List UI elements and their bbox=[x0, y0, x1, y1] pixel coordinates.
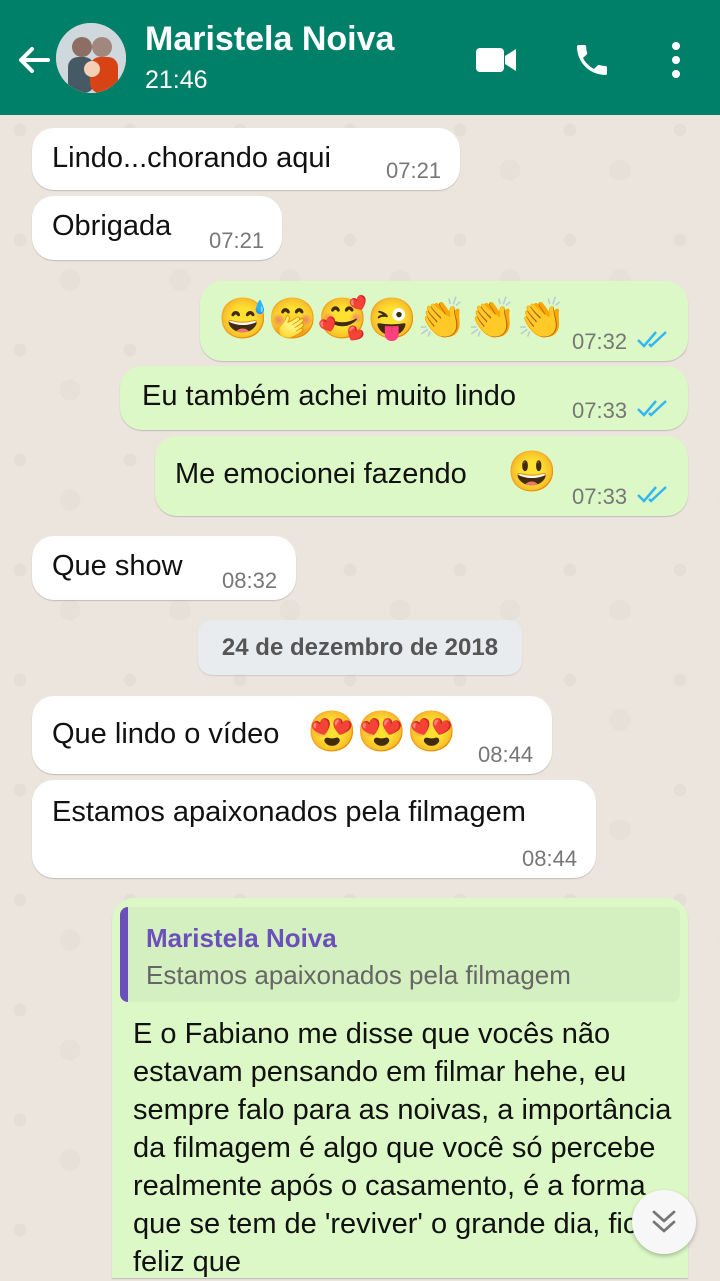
last-seen-time: 21:46 bbox=[145, 66, 208, 94]
message-time: 07:21 bbox=[386, 158, 442, 183]
message-time: 07:33 bbox=[572, 398, 628, 423]
message-text: Que lindo o vídeo bbox=[52, 718, 280, 750]
message-time: 08:32 bbox=[222, 568, 278, 593]
double-chevron-down-icon bbox=[652, 1210, 676, 1233]
reply-message-text: E o Fabiano me disse que vocês não estav… bbox=[133, 1018, 672, 1278]
contact-name[interactable]: Maristela Noiva bbox=[145, 20, 394, 59]
outgoing-message[interactable]: 😅🤭🥰😜👏👏👏 07:32 bbox=[200, 281, 688, 361]
message-time: 07:32 bbox=[572, 329, 628, 354]
message-time: 07:21 bbox=[209, 228, 265, 253]
message-text: Lindo...chorando aqui bbox=[52, 142, 331, 174]
message-time: 08:44 bbox=[478, 742, 534, 767]
video-call-icon[interactable] bbox=[474, 44, 518, 76]
outgoing-message[interactable]: Eu também achei muito lindo 07:33 bbox=[120, 366, 688, 430]
quoted-text: Estamos apaixonados pela filmagem bbox=[146, 960, 571, 990]
contact-avatar[interactable] bbox=[56, 23, 126, 93]
incoming-message[interactable]: Que lindo o vídeo 😍😍😍 08:44 bbox=[32, 696, 552, 774]
back-arrow-icon[interactable] bbox=[14, 40, 54, 80]
read-receipt-icon bbox=[637, 486, 667, 503]
message-emojis: 😅🤭🥰😜👏👏👏 bbox=[218, 297, 567, 341]
message-text: Que show bbox=[52, 550, 183, 582]
quote-accent-bar bbox=[120, 907, 128, 1002]
outgoing-message[interactable]: Me emocionei fazendo 😃 07:33 bbox=[155, 436, 688, 516]
quoted-message[interactable]: Maristela Noiva Estamos apaixonados pela… bbox=[120, 907, 680, 1002]
message-text: Obrigada bbox=[52, 210, 172, 242]
scroll-to-bottom-button[interactable] bbox=[632, 1190, 696, 1254]
message-text: Me emocionei fazendo bbox=[175, 458, 467, 490]
phone-icon[interactable] bbox=[572, 40, 612, 80]
message-text: Estamos apaixonados pela filmagem bbox=[52, 796, 526, 828]
message-emoji: 😃 bbox=[507, 450, 557, 494]
incoming-message[interactable]: Estamos apaixonados pela filmagem 08:44 bbox=[32, 780, 596, 878]
read-receipt-icon bbox=[637, 400, 667, 417]
quoted-sender: Maristela Noiva bbox=[146, 923, 337, 953]
read-receipt-icon bbox=[637, 331, 667, 348]
date-divider-text: 24 de dezembro de 2018 bbox=[221, 634, 499, 661]
more-vert-icon[interactable] bbox=[664, 40, 688, 80]
incoming-message[interactable]: Obrigada 07:21 bbox=[32, 196, 282, 260]
message-time: 07:33 bbox=[572, 484, 628, 509]
message-time: 08:44 bbox=[522, 846, 578, 871]
message-emojis: 😍😍😍 bbox=[307, 710, 457, 754]
incoming-message[interactable]: Lindo...chorando aqui 07:21 bbox=[32, 128, 460, 190]
chat-header: Maristela Noiva 21:46 bbox=[0, 0, 720, 115]
date-divider: 24 de dezembro de 2018 bbox=[198, 620, 522, 675]
incoming-message[interactable]: Que show 08:32 bbox=[32, 536, 296, 600]
message-text: Eu também achei muito lindo bbox=[142, 380, 516, 412]
